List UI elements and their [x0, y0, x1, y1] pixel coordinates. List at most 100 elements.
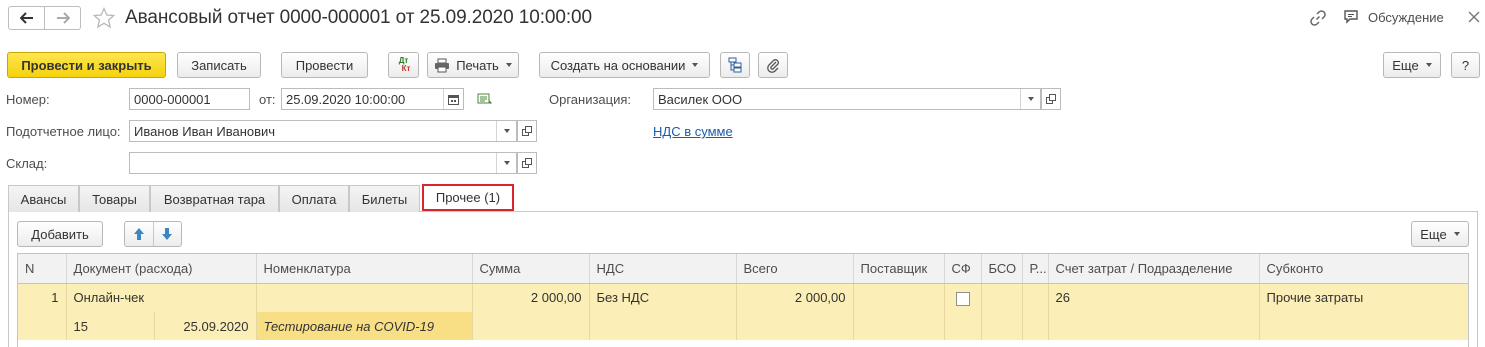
- discussion-link[interactable]: Обсуждение: [1368, 10, 1444, 25]
- date-value: 25.09.2020 10:00:00: [286, 91, 406, 107]
- col-header-r[interactable]: Р...: [1022, 254, 1049, 284]
- table-row-detail[interactable]: 15 25.09.2020 Тестирование на COVID-19: [18, 312, 1468, 340]
- cell-empty: [1259, 312, 1468, 340]
- kt-label: Кт: [401, 64, 411, 73]
- cell-nomenclature[interactable]: Тестирование на COVID-19: [256, 312, 473, 340]
- cell-sum[interactable]: 2 000,00: [472, 283, 590, 312]
- move-down-button[interactable]: [154, 222, 182, 246]
- link-icon[interactable]: [1310, 10, 1326, 29]
- open-window-icon: [522, 126, 532, 136]
- arrow-down-icon: [162, 228, 173, 240]
- calendar-icon: [448, 94, 459, 105]
- organization-value: Василек ООО: [658, 91, 743, 107]
- dt-kt-button[interactable]: Дт Кт: [388, 52, 419, 78]
- cell-doc-date[interactable]: 25.09.2020: [155, 319, 256, 334]
- chevron-down-icon: [503, 161, 510, 165]
- forward-button[interactable]: [44, 7, 80, 29]
- print-button[interactable]: Печать: [427, 52, 519, 78]
- cell-bso[interactable]: [981, 283, 1023, 312]
- col-header-cost-account[interactable]: Счет затрат / Подразделение: [1048, 254, 1260, 284]
- other-expenses-table: N Документ (расхода) Номенклатура Сумма …: [17, 253, 1469, 347]
- cell-doc-number[interactable]: 15: [67, 312, 155, 340]
- arrow-right-icon: [56, 12, 70, 24]
- post-and-close-button[interactable]: Провести и закрыть: [7, 52, 166, 78]
- col-header-subconto[interactable]: Субконто: [1259, 254, 1468, 284]
- print-label: Печать: [456, 57, 499, 73]
- tab-payment[interactable]: Оплата: [279, 185, 349, 212]
- add-button[interactable]: Добавить: [17, 221, 103, 247]
- cell-r[interactable]: [1022, 283, 1049, 312]
- organization-field[interactable]: Василек ООО: [653, 88, 1041, 110]
- organization-dropdown[interactable]: [1020, 89, 1040, 109]
- warehouse-open-button[interactable]: [517, 152, 537, 174]
- cell-document-details: 15 25.09.2020: [66, 312, 257, 340]
- accountable-person-open-button[interactable]: [517, 120, 537, 142]
- accountable-person-field[interactable]: Иванов Иван Иванович: [129, 120, 517, 142]
- discussion-icon[interactable]: [1343, 9, 1361, 28]
- warehouse-label: Склад:: [6, 156, 48, 171]
- col-header-nomenclature[interactable]: Номенклатура: [256, 254, 473, 284]
- tab-other[interactable]: Прочее (1): [422, 184, 514, 211]
- warehouse-field[interactable]: [129, 152, 517, 174]
- col-header-sum[interactable]: Сумма: [472, 254, 590, 284]
- move-up-button[interactable]: [125, 222, 154, 246]
- table-more-button[interactable]: Еще: [1411, 221, 1469, 247]
- cell-sf: [944, 283, 982, 312]
- create-based-on-button[interactable]: Создать на основании: [539, 52, 710, 78]
- open-window-icon: [522, 158, 532, 168]
- col-header-document[interactable]: Документ (расхода): [66, 254, 257, 284]
- favorite-star-icon[interactable]: [92, 6, 116, 32]
- cell-nomenclature-top[interactable]: [256, 283, 473, 312]
- tab-tickets[interactable]: Билеты: [349, 185, 420, 212]
- date-label: от:: [259, 92, 276, 107]
- tab-returnable-packaging[interactable]: Возвратная тара: [150, 185, 279, 212]
- chevron-down-icon: [1425, 63, 1432, 67]
- col-header-bso[interactable]: БСО: [981, 254, 1023, 284]
- table-more-label: Еще: [1420, 226, 1447, 242]
- more-button[interactable]: Еще: [1383, 52, 1441, 78]
- cell-supplier[interactable]: [853, 283, 945, 312]
- cell-empty: [1022, 312, 1049, 340]
- cell-document[interactable]: Онлайн-чек: [66, 283, 257, 312]
- col-header-supplier[interactable]: Поставщик: [853, 254, 945, 284]
- cell-total[interactable]: 2 000,00: [736, 283, 854, 312]
- chevron-down-icon: [1027, 97, 1034, 101]
- document-status-icon[interactable]: [477, 92, 493, 109]
- sf-checkbox[interactable]: [955, 291, 970, 306]
- warehouse-dropdown[interactable]: [496, 153, 516, 173]
- back-button[interactable]: [9, 7, 44, 29]
- cell-vat[interactable]: Без НДС: [589, 283, 737, 312]
- organization-open-button[interactable]: [1041, 88, 1061, 110]
- table-row[interactable]: 1 Онлайн-чек 2 000,00 Без НДС 2 000,00 2…: [18, 283, 1468, 312]
- tab-advances[interactable]: Авансы: [8, 185, 79, 212]
- move-buttons: [124, 221, 182, 247]
- vat-in-sum-link[interactable]: НДС в сумме: [653, 124, 733, 139]
- number-value: 0000-000001: [134, 91, 211, 107]
- col-header-vat[interactable]: НДС: [589, 254, 737, 284]
- save-button[interactable]: Записать: [177, 52, 261, 78]
- create-based-on-label: Создать на основании: [550, 57, 686, 73]
- chevron-down-icon: [692, 63, 699, 67]
- date-field[interactable]: 25.09.2020 10:00:00: [281, 88, 464, 110]
- cell-cost-account[interactable]: 26: [1048, 283, 1260, 312]
- col-header-n[interactable]: N: [18, 254, 67, 284]
- attach-button[interactable]: [758, 52, 788, 78]
- post-button[interactable]: Провести: [281, 52, 368, 78]
- chevron-down-icon: [1453, 232, 1460, 236]
- row-number: 1: [18, 283, 67, 312]
- cell-empty: [944, 312, 982, 340]
- col-header-sf[interactable]: СФ: [944, 254, 982, 284]
- cell-empty: [18, 312, 67, 340]
- number-field[interactable]: 0000-000001: [129, 88, 250, 110]
- accountable-person-dropdown[interactable]: [496, 121, 516, 141]
- cell-subconto[interactable]: Прочие затраты: [1259, 283, 1468, 312]
- cell-empty: [736, 312, 854, 340]
- calendar-button[interactable]: [443, 89, 463, 109]
- structure-button[interactable]: [720, 52, 750, 78]
- close-icon[interactable]: [1468, 11, 1480, 26]
- tab-goods[interactable]: Товары: [79, 185, 150, 212]
- help-button[interactable]: ?: [1451, 52, 1480, 78]
- paperclip-icon: [767, 59, 779, 73]
- col-header-total[interactable]: Всего: [736, 254, 854, 284]
- arrow-left-icon: [19, 12, 33, 24]
